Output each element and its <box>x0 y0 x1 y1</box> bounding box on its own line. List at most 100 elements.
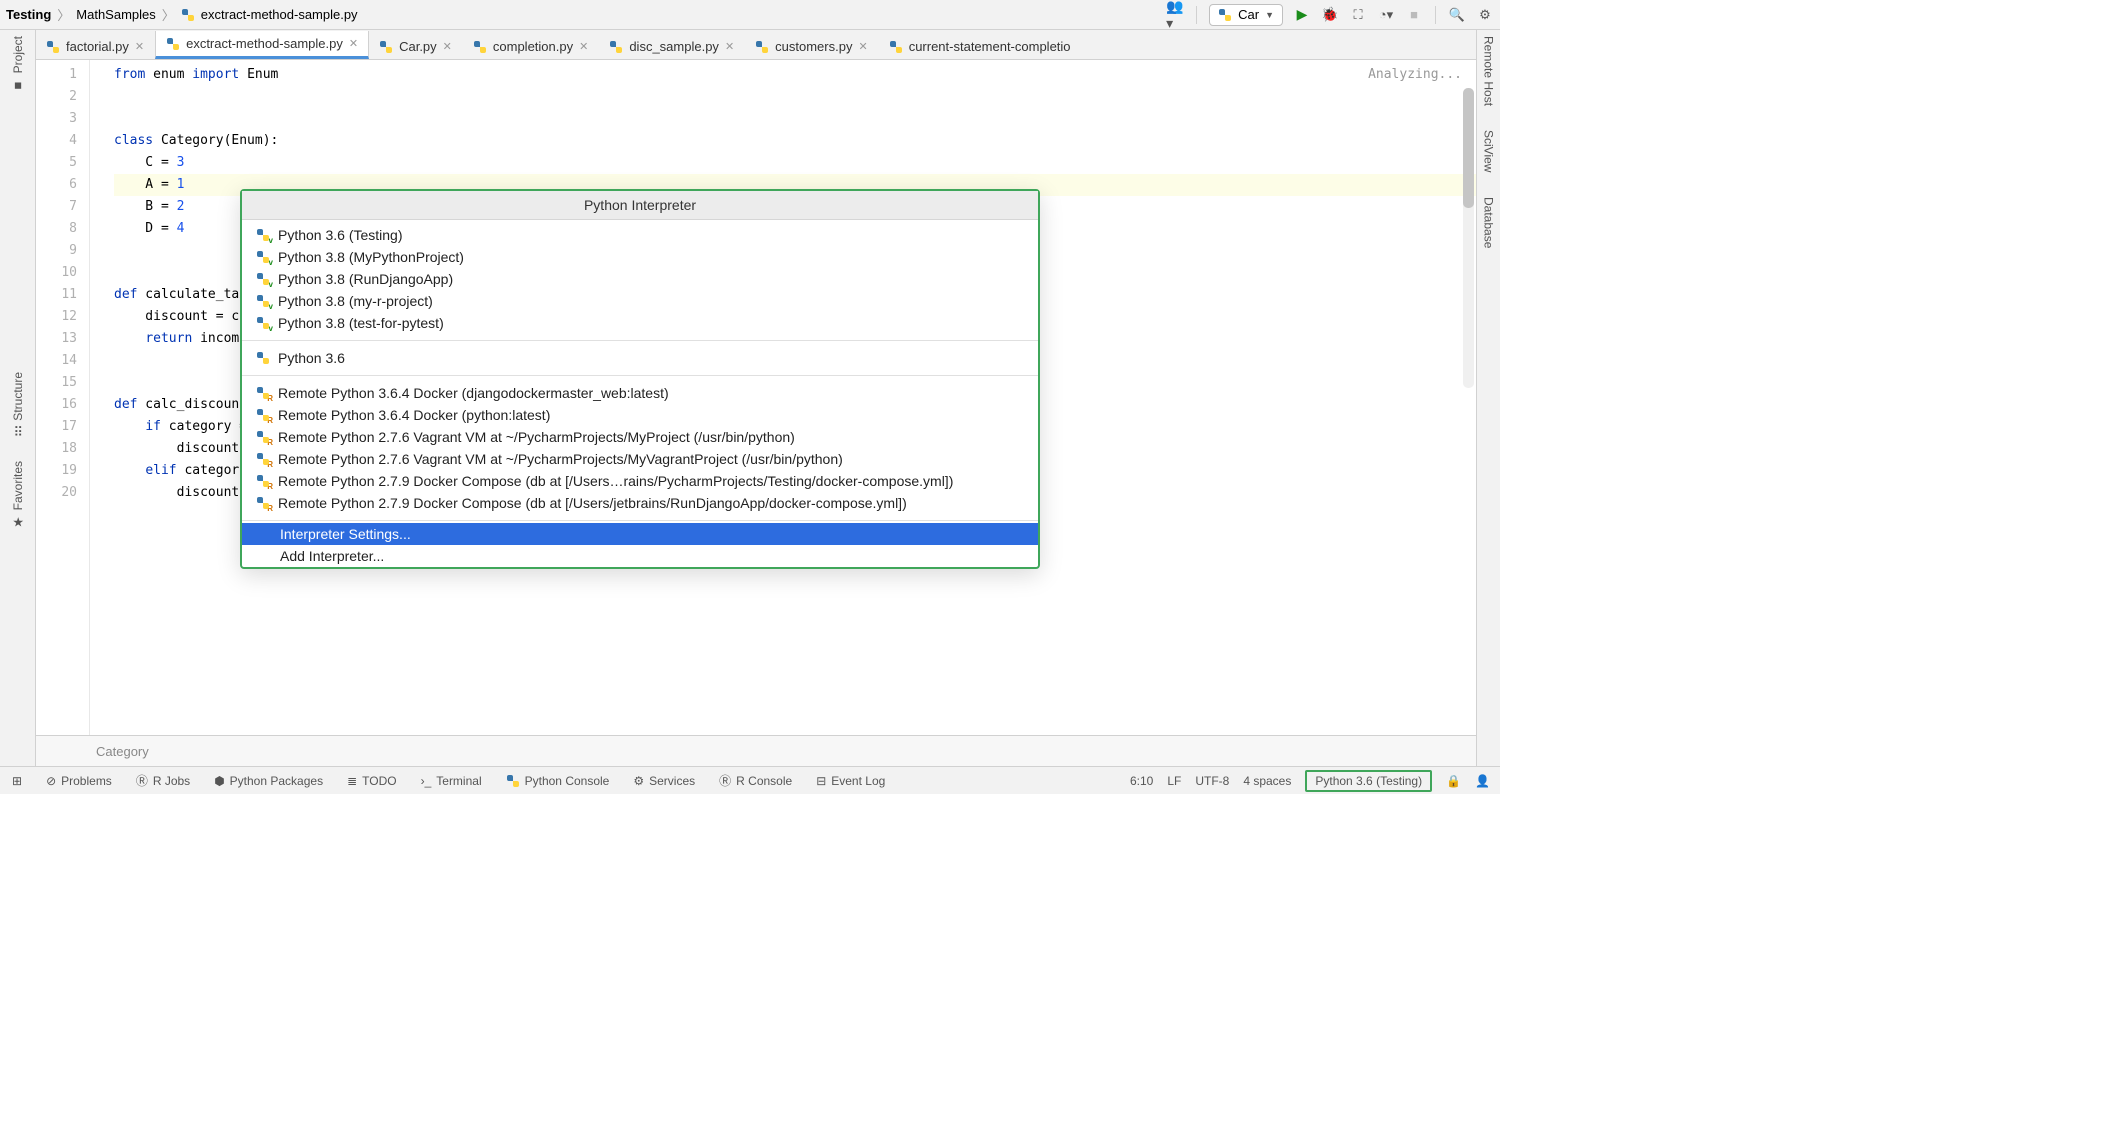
python-venv-icon: v <box>256 316 270 330</box>
python-file-icon <box>755 40 769 54</box>
interpreter-popup: Python Interpreter vPython 3.6 (Testing)… <box>240 189 1040 569</box>
todo-tool[interactable]: ≣TODO <box>335 767 409 794</box>
code-with-me-icon[interactable]: 👥▾ <box>1166 6 1184 24</box>
crumb-category[interactable]: Category <box>96 744 149 759</box>
python-file-icon <box>609 40 623 54</box>
tab-car[interactable]: Car.py✕ <box>369 34 463 59</box>
terminal-tool[interactable]: ›_Terminal <box>409 767 494 794</box>
python-file-icon <box>46 40 60 54</box>
log-icon: ⊟ <box>816 774 826 788</box>
interpreter-option[interactable]: RRemote Python 2.7.6 Vagrant VM at ~/Pyc… <box>242 448 1038 470</box>
interpreter-settings-action[interactable]: Interpreter Settings... <box>242 523 1038 545</box>
python-venv-icon: v <box>256 250 270 264</box>
favorites-tool[interactable]: ★Favorites <box>11 461 25 530</box>
python-remote-icon: R <box>256 474 270 488</box>
list-icon: ≣ <box>347 774 357 788</box>
editor-breadcrumb: Category <box>36 735 1476 766</box>
r-icon: Ⓡ <box>136 772 148 789</box>
python-file-icon <box>1218 8 1232 22</box>
tab-customers[interactable]: customers.py✕ <box>745 34 879 59</box>
window-menu-icon[interactable]: ⊞ <box>0 767 34 794</box>
event-log-tool[interactable]: ⊟Event Log <box>804 767 897 794</box>
divider <box>1196 6 1197 24</box>
file-encoding[interactable]: UTF-8 <box>1195 774 1229 788</box>
debug-button[interactable]: 🐞 <box>1321 6 1339 24</box>
chevron-right-icon: 〉 <box>57 5 70 24</box>
interpreter-option[interactable]: RRemote Python 3.6.4 Docker (python:late… <box>242 404 1038 426</box>
breadcrumb-folder[interactable]: MathSamples <box>76 7 155 22</box>
run-config-selector[interactable]: Car ▼ <box>1209 4 1283 26</box>
python-console-tool[interactable]: Python Console <box>494 767 622 794</box>
database-tool[interactable]: Database <box>1482 197 1496 248</box>
services-tool[interactable]: ⚙Services <box>621 767 707 794</box>
tab-factorial[interactable]: factorial.py✕ <box>36 34 155 59</box>
coverage-button[interactable]: ⛶ <box>1349 6 1367 24</box>
tab-completion[interactable]: completion.py✕ <box>463 34 599 59</box>
scrollbar[interactable] <box>1463 88 1474 388</box>
close-icon[interactable]: ✕ <box>135 40 144 53</box>
python-remote-icon: R <box>256 496 270 510</box>
caret-position[interactable]: 6:10 <box>1130 774 1153 788</box>
project-tool[interactable]: ■Project <box>11 36 25 92</box>
tab-exctract-method-sample[interactable]: exctract-method-sample.py✕ <box>155 31 369 59</box>
interpreter-option[interactable]: vPython 3.8 (MyPythonProject) <box>242 246 1038 268</box>
run-button[interactable]: ▶ <box>1293 6 1311 24</box>
close-icon[interactable]: ✕ <box>443 40 452 53</box>
python-file-icon <box>889 40 903 54</box>
profile-button[interactable]: ◔▾ <box>1377 6 1395 24</box>
interpreter-option[interactable]: vPython 3.8 (my-r-project) <box>242 290 1038 312</box>
terminal-icon: ›_ <box>421 774 432 788</box>
interpreter-option[interactable]: RRemote Python 2.7.9 Docker Compose (db … <box>242 492 1038 514</box>
add-interpreter-action[interactable]: Add Interpreter... <box>242 545 1038 567</box>
sciview-tool[interactable]: SciView <box>1482 130 1496 172</box>
stop-button[interactable]: ■ <box>1405 6 1423 24</box>
interpreter-option[interactable]: vPython 3.6 (Testing) <box>242 224 1038 246</box>
warn-icon: ⊘ <box>46 774 56 788</box>
bottom-bar: ⊞ ⊘Problems ⓇR Jobs ⬢Python Packages ≣TO… <box>0 766 1500 794</box>
interpreter-option[interactable]: RRemote Python 3.6.4 Docker (djangodocke… <box>242 382 1038 404</box>
python-icon <box>256 351 270 365</box>
tab-disc-sample[interactable]: disc_sample.py✕ <box>599 34 745 59</box>
interpreter-option[interactable]: Python 3.6 <box>242 347 1038 369</box>
python-file-icon <box>379 40 393 54</box>
search-icon[interactable]: 🔍 <box>1448 6 1466 24</box>
remote-host-tool[interactable]: Remote Host <box>1482 36 1496 106</box>
editor-tabs: factorial.py✕ exctract-method-sample.py✕… <box>0 30 1500 60</box>
r-icon: Ⓡ <box>719 772 731 789</box>
python-file-icon <box>473 40 487 54</box>
python-remote-icon: R <box>256 452 270 466</box>
divider <box>242 340 1038 341</box>
line-separator[interactable]: LF <box>1167 774 1181 788</box>
left-tool-rail: ■Project ⠿Structure ★Favorites <box>0 30 36 766</box>
close-icon[interactable]: ✕ <box>858 40 867 53</box>
divider <box>242 375 1038 376</box>
structure-tool[interactable]: ⠿Structure <box>11 372 25 441</box>
close-icon[interactable]: ✕ <box>579 40 588 53</box>
settings-icon[interactable]: ⚙ <box>1476 6 1494 24</box>
close-icon[interactable]: ✕ <box>349 37 358 50</box>
python-interpreter-selector[interactable]: Python 3.6 (Testing) <box>1305 770 1432 792</box>
interpreter-option[interactable]: RRemote Python 2.7.6 Vagrant VM at ~/Pyc… <box>242 426 1038 448</box>
scrollbar-thumb[interactable] <box>1463 88 1474 208</box>
interpreter-option[interactable]: vPython 3.8 (RunDjangoApp) <box>242 268 1038 290</box>
python-icon <box>506 774 520 788</box>
problems-tool[interactable]: ⊘Problems <box>34 767 124 794</box>
breadcrumb-root[interactable]: Testing <box>6 7 51 22</box>
indent-setting[interactable]: 4 spaces <box>1243 774 1291 788</box>
status-bar: 6:10 LF UTF-8 4 spaces Python 3.6 (Testi… <box>1130 770 1500 792</box>
close-icon[interactable]: ✕ <box>725 40 734 53</box>
python-file-icon <box>166 37 180 51</box>
analyzing-label: Analyzing... <box>1368 64 1462 86</box>
tab-current-statement[interactable]: current-statement-completio <box>879 34 1082 59</box>
popup-section-local-sdks: vPython 3.6 (Testing) vPython 3.8 (MyPyt… <box>242 220 1038 338</box>
breadcrumb-file[interactable]: exctract-method-sample.py <box>201 7 358 22</box>
r-console-tool[interactable]: ⓇR Console <box>707 767 804 794</box>
lock-icon[interactable]: 🔒 <box>1446 774 1461 788</box>
inspection-icon[interactable]: 👤 <box>1475 774 1490 788</box>
fold-column <box>90 60 110 735</box>
interpreter-option[interactable]: vPython 3.8 (test-for-pytest) <box>242 312 1038 334</box>
interpreter-option[interactable]: RRemote Python 2.7.9 Docker Compose (db … <box>242 470 1038 492</box>
python-packages-tool[interactable]: ⬢Python Packages <box>202 767 335 794</box>
breadcrumb: Testing 〉 MathSamples 〉 exctract-method-… <box>6 5 358 24</box>
r-jobs-tool[interactable]: ⓇR Jobs <box>124 767 202 794</box>
